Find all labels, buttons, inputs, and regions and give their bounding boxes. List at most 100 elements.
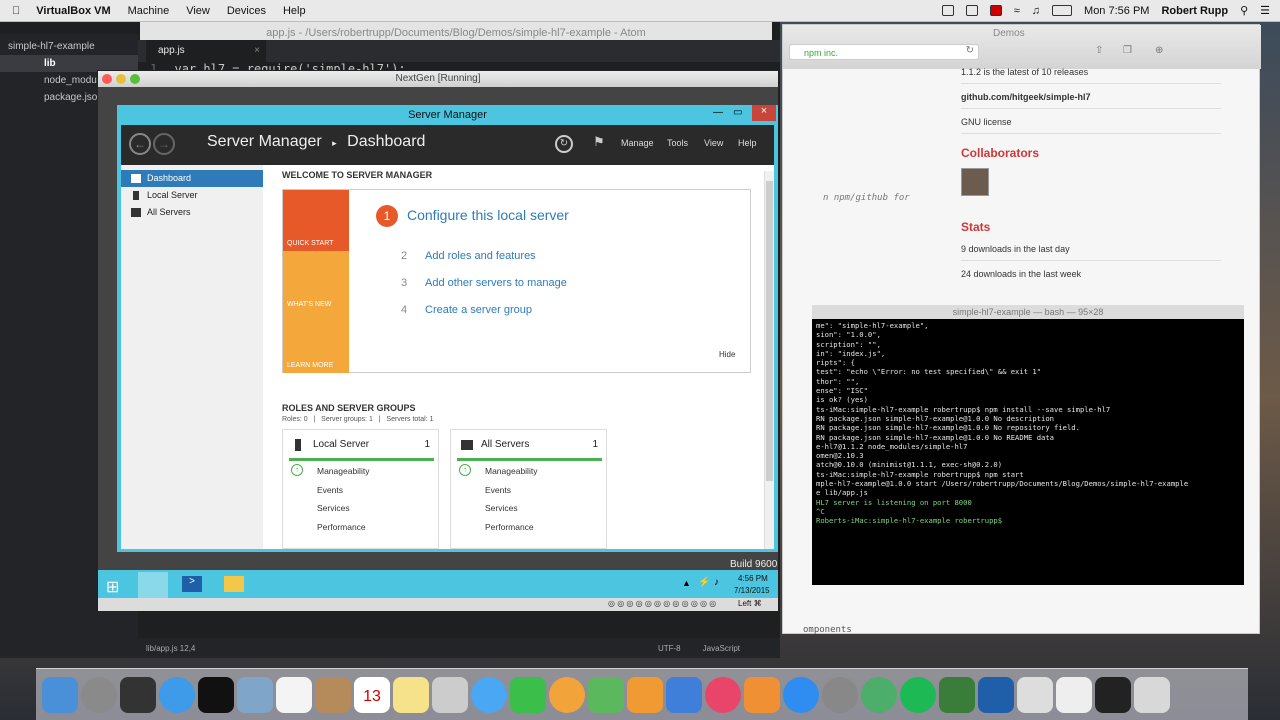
npm-repo-link[interactable]: github.com/hitgeek/simple-hl7 (961, 92, 1221, 102)
card-row-performance[interactable]: Performance (317, 522, 366, 532)
preview-icon[interactable] (237, 676, 273, 713)
terminal-window[interactable]: simple-hl7-example — bash — 95×28 me": "… (812, 305, 1244, 585)
scrollbar[interactable] (764, 171, 774, 549)
list-icon[interactable]: ☰ (1260, 4, 1270, 17)
close-icon[interactable]: × (254, 40, 260, 62)
card-row-performance[interactable]: Performance (485, 522, 534, 532)
menu-help[interactable]: Help (738, 138, 757, 148)
card-all-servers[interactable]: All Servers 1 ↑ Manageability Events Ser… (450, 429, 607, 549)
explorer-icon[interactable] (224, 576, 244, 592)
guest-date[interactable]: 7/13/2015 (734, 586, 770, 595)
trash-icon[interactable] (1134, 676, 1170, 713)
nav-dashboard[interactable]: Dashboard (121, 170, 263, 187)
tray-arrow-icon[interactable]: ▲ (682, 578, 691, 588)
tabs-icon[interactable]: ❐ (1123, 45, 1132, 56)
guest-time[interactable]: 4:56 PM (738, 574, 768, 583)
keynote-icon[interactable] (666, 676, 702, 713)
nav-local-server[interactable]: Local Server (121, 187, 263, 204)
hide-link[interactable]: Hide (719, 350, 735, 359)
tray-icon[interactable] (941, 5, 954, 16)
tile-learn-more[interactable]: LEARN MORE (283, 312, 349, 373)
terminal-icon[interactable] (198, 676, 234, 713)
spotify-icon[interactable] (900, 676, 936, 713)
notes-icon[interactable] (393, 676, 429, 713)
messages-icon[interactable] (471, 676, 507, 713)
network-icon[interactable]: ⚡ (698, 577, 710, 588)
tab-app-js[interactable]: app.js × (146, 40, 266, 62)
status-file-position[interactable]: lib/app.js 12,4 (146, 644, 195, 653)
scrollbar-thumb[interactable] (766, 181, 773, 481)
system-preferences-icon[interactable] (822, 676, 858, 713)
menu-devices[interactable]: Devices (227, 5, 266, 17)
card-local-server[interactable]: Local Server 1 ↑ Manageability Events Se… (282, 429, 439, 549)
search-icon[interactable]: ⚲ (1240, 4, 1248, 17)
reminders-icon[interactable] (276, 676, 312, 713)
numbers-icon[interactable] (588, 676, 624, 713)
menu-manage[interactable]: Manage (621, 138, 654, 148)
close-button[interactable]: × (752, 105, 776, 121)
card-row-manageability[interactable]: Manageability (485, 466, 537, 476)
windows-start-icon[interactable]: ⊞ (106, 577, 119, 597)
powershell-icon[interactable]: > (182, 576, 202, 592)
documents-icon[interactable] (1056, 676, 1092, 713)
status-encoding[interactable]: UTF-8 (658, 644, 681, 653)
mission-control-icon[interactable] (120, 676, 156, 713)
back-icon[interactable]: ← (129, 133, 151, 155)
volume-icon[interactable]: ♪ (714, 577, 719, 588)
avatar[interactable] (961, 168, 989, 196)
task-configure-local-server[interactable]: Configure this local server (407, 207, 569, 223)
share-icon[interactable]: ⇧ (1095, 45, 1103, 56)
atom-icon[interactable] (861, 676, 897, 713)
minimize-icon[interactable]: — (713, 107, 723, 118)
app-store-icon[interactable] (783, 676, 819, 713)
menu-view[interactable]: View (704, 138, 723, 148)
card-row-events[interactable]: Events (317, 485, 343, 495)
menubar-app-name[interactable]: VirtualBox VM (36, 5, 110, 17)
tree-item[interactable]: simple-hl7-example (0, 38, 138, 55)
device-icons[interactable]: ◎ ◎ ◎ ◎ ◎ ◎ ◎ ◎ ◎ ◎ ◎ ◎ (608, 599, 716, 608)
close-button[interactable] (102, 74, 112, 84)
flag-icon[interactable]: ⚑ (593, 134, 605, 150)
nav-all-servers[interactable]: All Servers (121, 204, 263, 221)
minimize-button[interactable] (116, 74, 126, 84)
tray-icon[interactable] (989, 5, 1002, 16)
finder-icon[interactable] (42, 676, 78, 713)
safari-icon[interactable] (159, 676, 195, 713)
virtualbox-icon[interactable] (978, 676, 1014, 713)
download-icon[interactable]: ⊕ (1155, 45, 1163, 56)
menu-machine[interactable]: Machine (128, 5, 170, 17)
card-row-services[interactable]: Services (317, 503, 350, 513)
task-create-group[interactable]: Create a server group (425, 304, 532, 316)
address-bar[interactable]: npm inc. ↻ (789, 44, 979, 60)
pages-icon[interactable] (627, 676, 663, 713)
server-manager-taskbar-icon[interactable] (138, 572, 168, 598)
ibooks-icon[interactable] (744, 676, 780, 713)
apple-icon[interactable]:  (12, 5, 20, 17)
launchpad-icon[interactable] (81, 676, 117, 713)
tile-whats-new[interactable]: WHAT'S NEW (283, 251, 349, 312)
menu-tools[interactable]: Tools (667, 138, 688, 148)
photo-booth-icon[interactable] (432, 676, 468, 713)
downloads-icon[interactable] (1095, 676, 1131, 713)
volume-icon[interactable]: ♫ (1032, 5, 1040, 17)
menubar-clock[interactable]: Mon 7:56 PM (1084, 5, 1149, 17)
photos-icon[interactable] (549, 676, 585, 713)
menu-view[interactable]: View (186, 5, 210, 17)
tile-quick-start[interactable]: QUICK START (283, 190, 349, 251)
calendar-icon[interactable]: 13 (354, 676, 390, 713)
tray-icon[interactable] (965, 5, 978, 16)
itunes-icon[interactable] (705, 676, 741, 713)
card-row-manageability[interactable]: Manageability (317, 466, 369, 476)
menu-help[interactable]: Help (283, 5, 306, 17)
wifi-icon[interactable]: ≈ (1014, 5, 1020, 17)
forward-icon[interactable]: → (153, 133, 175, 155)
screen-icon[interactable] (1017, 676, 1053, 713)
task-add-roles[interactable]: Add roles and features (425, 250, 536, 262)
menubar-user[interactable]: Robert Rupp (1161, 5, 1228, 17)
reload-icon[interactable]: ↻ (966, 45, 974, 56)
card-row-services[interactable]: Services (485, 503, 518, 513)
maximize-icon[interactable]: ▭ (733, 107, 742, 118)
card-row-events[interactable]: Events (485, 485, 511, 495)
contacts-icon[interactable] (315, 676, 351, 713)
zoom-button[interactable] (130, 74, 140, 84)
